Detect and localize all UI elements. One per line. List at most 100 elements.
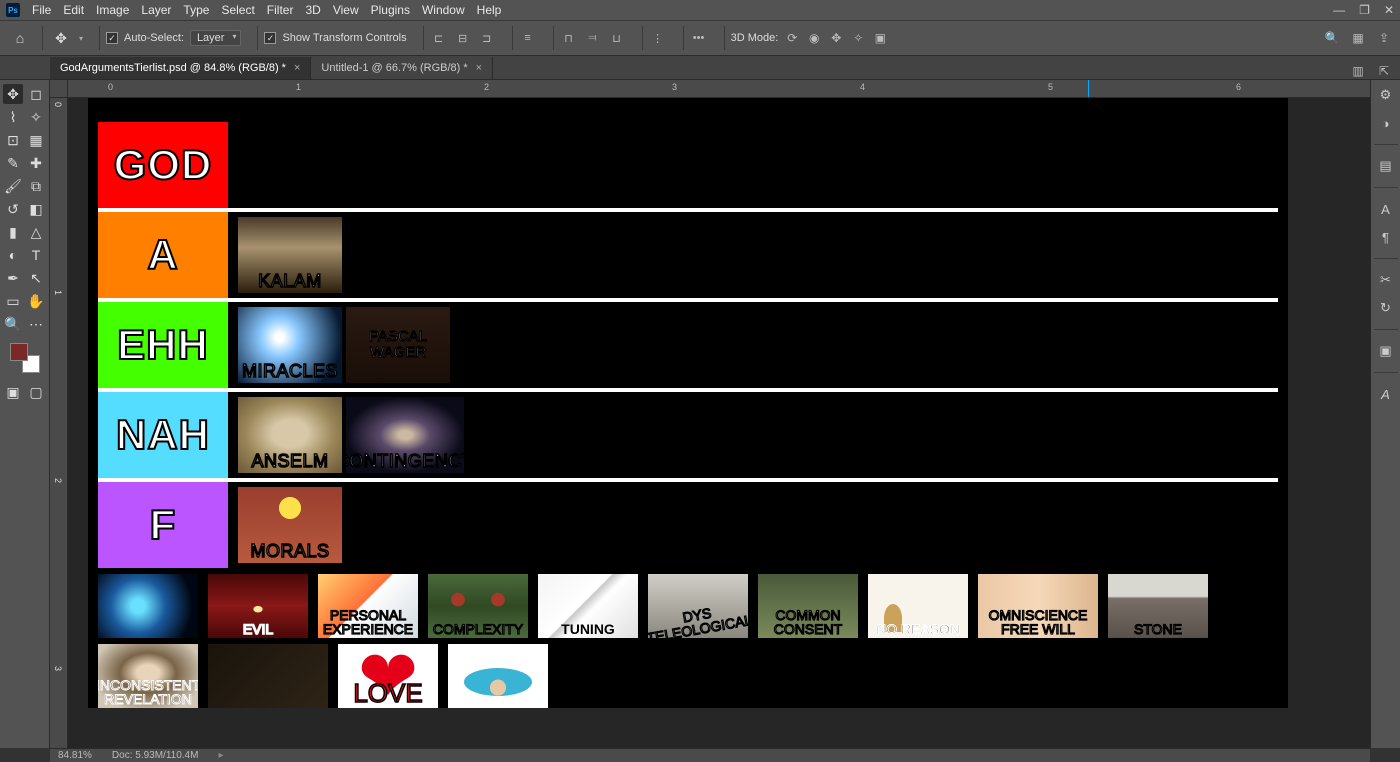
libraries-panel-icon[interactable]: ▣: [1377, 342, 1395, 360]
menu-3d[interactable]: 3D: [305, 3, 320, 17]
pool-card[interactable]: TUNING: [538, 574, 638, 638]
pool-card[interactable]: DESCARTES' ORIGIN: [208, 644, 328, 708]
document-tab-active[interactable]: GodArgumentsTierlist.psd @ 84.8% (RGB/8)…: [50, 57, 311, 79]
close-icon[interactable]: ×: [476, 62, 482, 74]
color-swatches[interactable]: [10, 343, 40, 373]
zoom-level[interactable]: 84.81%: [58, 750, 92, 761]
menu-file[interactable]: File: [32, 3, 51, 17]
eraser-tool[interactable]: ◧: [26, 199, 46, 219]
align-right-icon[interactable]: ⊐: [478, 29, 496, 47]
tier-label[interactable]: NAH: [98, 392, 228, 478]
transform-checkbox[interactable]: ✓: [264, 32, 276, 44]
glyphs-panel-icon[interactable]: A: [1377, 385, 1395, 403]
character-panel-icon[interactable]: A: [1377, 200, 1395, 218]
menu-plugins[interactable]: Plugins: [371, 3, 410, 17]
tier-label[interactable]: EHH: [98, 302, 228, 388]
edit-toolbar[interactable]: ⋯: [26, 314, 46, 334]
blur-tool[interactable]: △: [26, 222, 46, 242]
eyedropper-tool[interactable]: ✎: [3, 153, 23, 173]
screen-mode-tool[interactable]: ▢: [26, 382, 46, 402]
align-bottom-icon[interactable]: ⊔: [608, 29, 626, 47]
tier-row[interactable]: EHHMIRACLESPASCAL WAGER: [98, 302, 1278, 392]
tools-preset-icon[interactable]: ✂: [1377, 271, 1395, 289]
window-close-icon[interactable]: ✕: [1384, 3, 1394, 17]
paragraph-panel-icon[interactable]: ¶: [1377, 228, 1395, 246]
tier-card[interactable]: ANSELM: [238, 397, 342, 473]
layers-panel-icon[interactable]: ▤: [1377, 157, 1395, 175]
auto-select-checkbox[interactable]: ✓: [106, 32, 118, 44]
align-center-h-icon[interactable]: ⊟: [454, 29, 472, 47]
tier-card[interactable]: MORALS: [238, 487, 342, 563]
menu-image[interactable]: Image: [96, 3, 129, 17]
pen-tool[interactable]: ✒: [3, 268, 23, 288]
export-icon[interactable]: ⇱: [1376, 63, 1392, 79]
menu-filter[interactable]: Filter: [267, 3, 294, 17]
tier-row[interactable]: NAHANSELMCONTINGENCY: [98, 392, 1278, 482]
pool-card[interactable]: LOVE: [338, 644, 438, 708]
tier-row[interactable]: AKALAM: [98, 212, 1278, 302]
share-icon[interactable]: ⇪: [1376, 30, 1392, 46]
pool-card[interactable]: NO REASON: [868, 574, 968, 638]
pool-card[interactable]: COMPLEXITY: [428, 574, 528, 638]
pool-card[interactable]: PERSONAL EXPERIENCE: [318, 574, 418, 638]
window-maximize-icon[interactable]: ❐: [1359, 3, 1370, 17]
menu-layer[interactable]: Layer: [141, 3, 171, 17]
search-icon[interactable]: 🔍: [1324, 30, 1340, 46]
tier-card[interactable]: MIRACLES: [238, 307, 342, 383]
tier-card[interactable]: PASCAL WAGER: [346, 307, 450, 383]
unsorted-pool[interactable]: CONSCIOUSNESSSEVILPERSONAL EXPERIENCECOM…: [88, 568, 1288, 708]
heal-tool[interactable]: ✚: [26, 153, 46, 173]
dodge-tool[interactable]: ◐: [3, 245, 23, 265]
doc-size[interactable]: Doc: 5.93M/110.4M: [112, 750, 199, 761]
pool-card[interactable]: OMNISCIENCE FREE WILL: [978, 574, 1098, 638]
path-tool[interactable]: ↖: [26, 268, 46, 288]
pool-card[interactable]: DYS TELEOLOGICAL: [648, 574, 748, 638]
tier-items[interactable]: MIRACLESPASCAL WAGER: [228, 302, 1278, 388]
tier-card[interactable]: CONTINGENCY: [346, 397, 464, 473]
canvas-area[interactable]: 0 1 2 3 4 5 6 0 1 2 3 GODAKALAMEHHMIRACL…: [50, 80, 1370, 748]
align-left-icon[interactable]: ⊏: [430, 29, 448, 47]
pool-card[interactable]: INCONSISTENT REVELATION: [98, 644, 198, 708]
brush-tool[interactable]: 🖌: [3, 176, 23, 196]
tier-row[interactable]: GOD: [98, 122, 1278, 212]
more-options-icon[interactable]: •••: [690, 29, 708, 47]
menu-view[interactable]: View: [333, 3, 359, 17]
menu-type[interactable]: Type: [183, 3, 209, 17]
tier-items[interactable]: ANSELMCONTINGENCY: [228, 392, 1278, 478]
adjustments-panel-icon[interactable]: ◑: [1377, 114, 1395, 132]
move-tool-icon[interactable]: ✥: [49, 26, 73, 50]
distribute-icon[interactable]: ≡: [519, 29, 537, 47]
tier-label[interactable]: GOD: [98, 122, 228, 208]
tier-label[interactable]: A: [98, 212, 228, 298]
pool-card[interactable]: RUSSELL'S: [448, 644, 548, 708]
menu-edit[interactable]: Edit: [63, 3, 84, 17]
pool-card[interactable]: COMMON CONSENT: [758, 574, 858, 638]
tier-items[interactable]: MORALS: [228, 482, 1278, 568]
document-canvas[interactable]: GODAKALAMEHHMIRACLESPASCAL WAGERNAHANSEL…: [88, 98, 1288, 708]
ruler-origin[interactable]: [50, 80, 68, 98]
tier-label[interactable]: F: [98, 482, 228, 568]
pool-card[interactable]: CONSCIOUSNESSS: [98, 574, 198, 638]
tier-items[interactable]: KALAM: [228, 212, 1278, 298]
hand-tool[interactable]: ✋: [26, 291, 46, 311]
gradient-tool[interactable]: ▮: [3, 222, 23, 242]
lasso-tool[interactable]: ⌇: [3, 107, 23, 127]
window-minimize-icon[interactable]: —: [1333, 3, 1345, 17]
crop-tool[interactable]: ⊡: [3, 130, 23, 150]
pool-card[interactable]: STONE: [1108, 574, 1208, 638]
document-tab[interactable]: Untitled-1 @ 66.7% (RGB/8) * ×: [311, 57, 493, 79]
marquee-tool[interactable]: ◻: [26, 84, 46, 104]
type-tool[interactable]: T: [26, 245, 46, 265]
distribute-v-icon[interactable]: ⋮: [649, 29, 667, 47]
close-icon[interactable]: ×: [294, 62, 300, 74]
move-tool[interactable]: ✥: [3, 84, 23, 104]
tier-card[interactable]: KALAM: [238, 217, 342, 293]
tier-row[interactable]: FMORALS: [98, 482, 1278, 568]
auto-select-dropdown[interactable]: Layer: [190, 30, 242, 46]
arrange-icon[interactable]: ▥: [1350, 63, 1366, 79]
menu-help[interactable]: Help: [477, 3, 502, 17]
clone-tool[interactable]: ⧉: [26, 176, 46, 196]
history-panel-icon[interactable]: ↻: [1377, 299, 1395, 317]
ruler-horizontal[interactable]: 0 1 2 3 4 5 6: [68, 80, 1370, 98]
status-chevron-icon[interactable]: ▸: [218, 750, 223, 761]
